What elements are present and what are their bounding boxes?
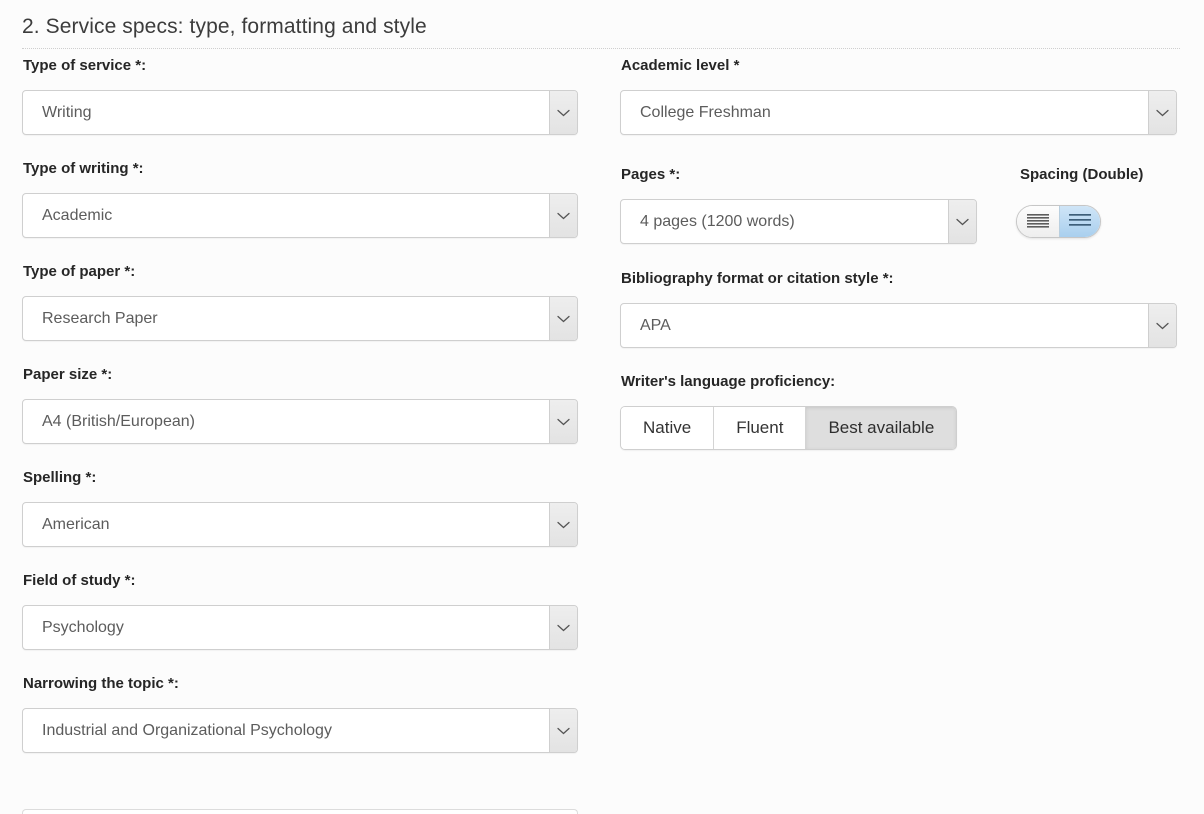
field-type-of-paper: Type of paper *: Research Paper bbox=[22, 262, 582, 341]
proficiency-option-best-available[interactable]: Best available bbox=[806, 407, 957, 449]
select-academic-level[interactable]: College Freshman bbox=[620, 90, 1177, 135]
select-field-of-study[interactable]: Psychology bbox=[22, 605, 578, 650]
field-paper-size: Paper size *: A4 (British/European) bbox=[22, 365, 582, 444]
proficiency-button-group[interactable]: Native Fluent Best available bbox=[620, 406, 958, 450]
select-academic-level-value: College Freshman bbox=[640, 104, 771, 121]
label-field-of-study: Field of study *: bbox=[23, 572, 136, 589]
pages-spacing-labels: Pages *: Spacing (Double) bbox=[620, 165, 1180, 185]
select-paper-size[interactable]: A4 (British/European) bbox=[22, 399, 578, 444]
left-column: Type of service *: Writing Type of writi… bbox=[22, 56, 582, 753]
field-writer-proficiency: Writer's language proficiency: Native Fl… bbox=[620, 372, 1180, 450]
select-type-of-writing[interactable]: Academic bbox=[22, 193, 578, 238]
field-field-of-study: Field of study *: Psychology bbox=[22, 571, 582, 650]
pages-and-spacing-row: Pages *: Spacing (Double) 4 pages (1200 … bbox=[620, 165, 1180, 245]
section-heading: 2. Service specs: type, formatting and s… bbox=[22, 14, 1180, 49]
label-academic-level: Academic level * bbox=[621, 57, 740, 74]
select-spelling[interactable]: American bbox=[22, 502, 578, 547]
select-pages-value: 4 pages (1200 words) bbox=[640, 213, 795, 230]
chevron-down-icon[interactable] bbox=[549, 606, 577, 649]
select-type-of-paper-value: Research Paper bbox=[42, 310, 158, 327]
select-type-of-writing-value: Academic bbox=[42, 207, 113, 224]
field-narrowing-the-topic: Narrowing the topic *: Industrial and Or… bbox=[22, 674, 582, 753]
label-type-of-writing: Type of writing *: bbox=[23, 160, 144, 177]
select-field-of-study-value: Psychology bbox=[42, 619, 124, 636]
right-column: Academic level * College Freshman Pages … bbox=[620, 56, 1180, 450]
select-type-of-service-value: Writing bbox=[42, 104, 92, 121]
chevron-down-icon[interactable] bbox=[549, 297, 577, 340]
single-spacing-icon bbox=[1026, 214, 1049, 228]
page-title: 2. Service specs: type, formatting and s… bbox=[22, 15, 427, 38]
field-bibliography: Bibliography format or citation style *:… bbox=[620, 269, 1180, 348]
label-bibliography: Bibliography format or citation style *: bbox=[621, 270, 894, 287]
select-bibliography-value: APA bbox=[640, 317, 671, 334]
field-type-of-writing: Type of writing *: Academic bbox=[22, 159, 582, 238]
label-spacing: Spacing (Double) bbox=[1020, 166, 1144, 183]
pages-spacing-controls: 4 pages (1200 words) bbox=[620, 199, 1180, 245]
spacing-toggle[interactable] bbox=[1016, 205, 1101, 238]
select-spelling-value: American bbox=[42, 516, 110, 533]
field-academic-level: Academic level * College Freshman bbox=[620, 56, 1180, 135]
label-type-of-service: Type of service *: bbox=[23, 57, 147, 74]
label-writer-proficiency: Writer's language proficiency: bbox=[621, 373, 836, 390]
select-narrowing-the-topic[interactable]: Industrial and Organizational Psychology bbox=[22, 708, 578, 753]
label-pages: Pages *: bbox=[621, 166, 681, 183]
select-bibliography[interactable]: APA bbox=[620, 303, 1177, 348]
field-type-of-service: Type of service *: Writing bbox=[22, 56, 582, 135]
chevron-down-icon[interactable] bbox=[948, 200, 976, 243]
chevron-down-icon[interactable] bbox=[549, 503, 577, 546]
double-spacing-icon bbox=[1068, 214, 1091, 226]
select-paper-size-value: A4 (British/European) bbox=[42, 413, 195, 430]
label-narrowing-the-topic: Narrowing the topic *: bbox=[23, 675, 179, 692]
chevron-down-icon[interactable] bbox=[549, 91, 577, 134]
label-type-of-paper: Type of paper *: bbox=[23, 263, 136, 280]
label-spelling: Spelling *: bbox=[23, 469, 97, 486]
chevron-down-icon[interactable] bbox=[549, 194, 577, 237]
proficiency-option-native[interactable]: Native bbox=[621, 407, 715, 449]
select-pages[interactable]: 4 pages (1200 words) bbox=[620, 199, 977, 244]
spacing-option-double[interactable] bbox=[1058, 206, 1100, 237]
chevron-down-icon[interactable] bbox=[549, 709, 577, 752]
spacing-option-single[interactable] bbox=[1017, 206, 1059, 237]
select-narrowing-the-topic-value: Industrial and Organizational Psychology bbox=[42, 722, 332, 739]
select-type-of-service[interactable]: Writing bbox=[22, 90, 578, 135]
service-specs-form: 2. Service specs: type, formatting and s… bbox=[0, 0, 1204, 814]
label-paper-size: Paper size *: bbox=[23, 366, 113, 383]
select-type-of-paper[interactable]: Research Paper bbox=[22, 296, 578, 341]
chevron-down-icon[interactable] bbox=[1148, 91, 1176, 134]
proficiency-option-fluent[interactable]: Fluent bbox=[714, 407, 807, 449]
chevron-down-icon[interactable] bbox=[549, 400, 577, 443]
chevron-down-icon[interactable] bbox=[1148, 304, 1176, 347]
next-field-partial[interactable] bbox=[22, 809, 578, 814]
field-spelling: Spelling *: American bbox=[22, 468, 582, 547]
